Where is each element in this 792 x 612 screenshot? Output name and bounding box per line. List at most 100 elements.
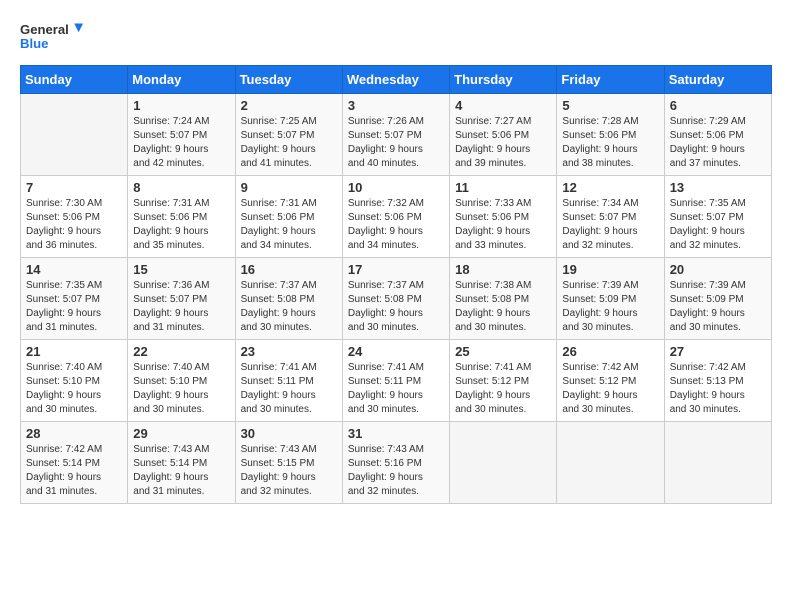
day-info: Sunrise: 7:31 AM Sunset: 5:06 PM Dayligh… (241, 197, 337, 253)
calendar-table: SundayMondayTuesdayWednesdayThursdayFrid… (20, 65, 772, 504)
calendar-cell: 3 Sunrise: 7:26 AM Sunset: 5:07 PM Daylig… (342, 94, 449, 176)
day-info: Sunrise: 7:28 AM Sunset: 5:06 PM Dayligh… (562, 115, 658, 171)
day-number: 16 (241, 262, 337, 277)
day-number: 18 (455, 262, 551, 277)
svg-text:Blue: Blue (20, 36, 48, 51)
calendar-cell: 26Sunrise: 7:42 AM Sunset: 5:12 PM Dayli… (557, 340, 664, 422)
day-number: 19 (562, 262, 658, 277)
calendar-cell: 13 Sunrise: 7:35 AM Sunset: 5:07 PM Dayli… (664, 176, 771, 258)
logo-icon: GeneralBlue (20, 20, 90, 55)
calendar-cell: 19 Sunrise: 7:39 AM Sunset: 5:09 PM Dayli… (557, 258, 664, 340)
day-info: Sunrise: 7:30 AM Sunset: 5:06 PM Dayligh… (26, 197, 122, 253)
day-number: 22 (133, 344, 229, 359)
day-number: 4 (455, 98, 551, 113)
calendar-cell: 21 Sunrise: 7:40 AM Sunset: 5:10 PM Dayli… (21, 340, 128, 422)
calendar-cell: 5 Sunrise: 7:28 AM Sunset: 5:06 PM Daylig… (557, 94, 664, 176)
calendar-cell: 15Sunrise: 7:36 AM Sunset: 5:07 PM Dayli… (128, 258, 235, 340)
day-number: 30 (241, 426, 337, 441)
day-info: Sunrise: 7:32 AM Sunset: 5:06 PM Dayligh… (348, 197, 444, 253)
day-number: 14 (26, 262, 122, 277)
weekday-header: Tuesday (235, 66, 342, 94)
day-number: 11 (455, 180, 551, 195)
day-info: Sunrise: 7:41 AM Sunset: 5:11 PM Dayligh… (241, 361, 337, 417)
calendar-cell: 28 Sunrise: 7:42 AM Sunset: 5:14 PM Dayli… (21, 422, 128, 504)
calendar-cell: 22 Sunrise: 7:40 AM Sunset: 5:10 PM Dayli… (128, 340, 235, 422)
calendar-cell: 2 Sunrise: 7:25 AM Sunset: 5:07 PM Daylig… (235, 94, 342, 176)
calendar-cell: 7 Sunrise: 7:30 AM Sunset: 5:06 PM Daylig… (21, 176, 128, 258)
calendar-cell: 30 Sunrise: 7:43 AM Sunset: 5:15 PM Dayli… (235, 422, 342, 504)
day-info: Sunrise: 7:27 AM Sunset: 5:06 PM Dayligh… (455, 115, 551, 171)
day-info: Sunrise: 7:37 AM Sunset: 5:08 PM Dayligh… (241, 279, 337, 335)
day-number: 23 (241, 344, 337, 359)
day-number: 31 (348, 426, 444, 441)
day-info: Sunrise: 7:38 AM Sunset: 5:08 PM Dayligh… (455, 279, 551, 335)
day-info: Sunrise: 7:35 AM Sunset: 5:07 PM Dayligh… (670, 197, 766, 253)
day-number: 1 (133, 98, 229, 113)
day-info: Sunrise: 7:42 AM Sunset: 5:14 PM Dayligh… (26, 443, 122, 499)
day-number: 5 (562, 98, 658, 113)
calendar-cell: 1 Sunrise: 7:24 AM Sunset: 5:07 PM Daylig… (128, 94, 235, 176)
day-number: 27 (670, 344, 766, 359)
calendar-header-row: SundayMondayTuesdayWednesdayThursdayFrid… (21, 66, 772, 94)
day-number: 28 (26, 426, 122, 441)
day-number: 13 (670, 180, 766, 195)
calendar-cell: 20Sunrise: 7:39 AM Sunset: 5:09 PM Dayli… (664, 258, 771, 340)
day-info: Sunrise: 7:29 AM Sunset: 5:06 PM Dayligh… (670, 115, 766, 171)
calendar-week-row: 7 Sunrise: 7:30 AM Sunset: 5:06 PM Daylig… (21, 176, 772, 258)
calendar-cell: 25 Sunrise: 7:41 AM Sunset: 5:12 PM Dayli… (450, 340, 557, 422)
day-number: 10 (348, 180, 444, 195)
day-number: 8 (133, 180, 229, 195)
weekday-header: Wednesday (342, 66, 449, 94)
day-info: Sunrise: 7:43 AM Sunset: 5:15 PM Dayligh… (241, 443, 337, 499)
day-info: Sunrise: 7:42 AM Sunset: 5:13 PM Dayligh… (670, 361, 766, 417)
calendar-cell: 29 Sunrise: 7:43 AM Sunset: 5:14 PM Dayli… (128, 422, 235, 504)
day-number: 6 (670, 98, 766, 113)
calendar-cell: 14 Sunrise: 7:35 AM Sunset: 5:07 PM Dayli… (21, 258, 128, 340)
svg-text:General: General (20, 22, 69, 37)
day-number: 29 (133, 426, 229, 441)
day-info: Sunrise: 7:34 AM Sunset: 5:07 PM Dayligh… (562, 197, 658, 253)
weekday-header: Monday (128, 66, 235, 94)
day-number: 21 (26, 344, 122, 359)
calendar-cell: 17 Sunrise: 7:37 AM Sunset: 5:08 PM Dayli… (342, 258, 449, 340)
day-info: Sunrise: 7:25 AM Sunset: 5:07 PM Dayligh… (241, 115, 337, 171)
day-info: Sunrise: 7:39 AM Sunset: 5:09 PM Dayligh… (562, 279, 658, 335)
day-number: 20 (670, 262, 766, 277)
calendar-cell: 31 Sunrise: 7:43 AM Sunset: 5:16 PM Dayli… (342, 422, 449, 504)
day-info: Sunrise: 7:40 AM Sunset: 5:10 PM Dayligh… (26, 361, 122, 417)
calendar-cell: 16 Sunrise: 7:37 AM Sunset: 5:08 PM Dayli… (235, 258, 342, 340)
day-info: Sunrise: 7:42 AM Sunset: 5:12 PM Dayligh… (562, 361, 658, 417)
day-number: 15 (133, 262, 229, 277)
day-info: Sunrise: 7:43 AM Sunset: 5:16 PM Dayligh… (348, 443, 444, 499)
calendar-cell: 8Sunrise: 7:31 AM Sunset: 5:06 PM Daylig… (128, 176, 235, 258)
day-number: 2 (241, 98, 337, 113)
weekday-header: Thursday (450, 66, 557, 94)
day-number: 25 (455, 344, 551, 359)
calendar-cell (21, 94, 128, 176)
calendar-cell: 23 Sunrise: 7:41 AM Sunset: 5:11 PM Dayli… (235, 340, 342, 422)
calendar-week-row: 1 Sunrise: 7:24 AM Sunset: 5:07 PM Daylig… (21, 94, 772, 176)
day-info: Sunrise: 7:35 AM Sunset: 5:07 PM Dayligh… (26, 279, 122, 335)
day-info: Sunrise: 7:40 AM Sunset: 5:10 PM Dayligh… (133, 361, 229, 417)
calendar-cell: 9Sunrise: 7:31 AM Sunset: 5:06 PM Daylig… (235, 176, 342, 258)
day-info: Sunrise: 7:33 AM Sunset: 5:06 PM Dayligh… (455, 197, 551, 253)
day-number: 7 (26, 180, 122, 195)
day-info: Sunrise: 7:41 AM Sunset: 5:12 PM Dayligh… (455, 361, 551, 417)
calendar-cell: 4 Sunrise: 7:27 AM Sunset: 5:06 PM Daylig… (450, 94, 557, 176)
day-info: Sunrise: 7:26 AM Sunset: 5:07 PM Dayligh… (348, 115, 444, 171)
day-info: Sunrise: 7:43 AM Sunset: 5:14 PM Dayligh… (133, 443, 229, 499)
day-number: 3 (348, 98, 444, 113)
day-number: 12 (562, 180, 658, 195)
day-number: 24 (348, 344, 444, 359)
calendar-week-row: 28 Sunrise: 7:42 AM Sunset: 5:14 PM Dayli… (21, 422, 772, 504)
day-info: Sunrise: 7:24 AM Sunset: 5:07 PM Dayligh… (133, 115, 229, 171)
calendar-cell (557, 422, 664, 504)
weekday-header: Sunday (21, 66, 128, 94)
calendar-cell: 12 Sunrise: 7:34 AM Sunset: 5:07 PM Dayli… (557, 176, 664, 258)
weekday-header: Saturday (664, 66, 771, 94)
day-number: 17 (348, 262, 444, 277)
calendar-cell: 11 Sunrise: 7:33 AM Sunset: 5:06 PM Dayli… (450, 176, 557, 258)
day-info: Sunrise: 7:41 AM Sunset: 5:11 PM Dayligh… (348, 361, 444, 417)
calendar-cell (664, 422, 771, 504)
day-info: Sunrise: 7:37 AM Sunset: 5:08 PM Dayligh… (348, 279, 444, 335)
